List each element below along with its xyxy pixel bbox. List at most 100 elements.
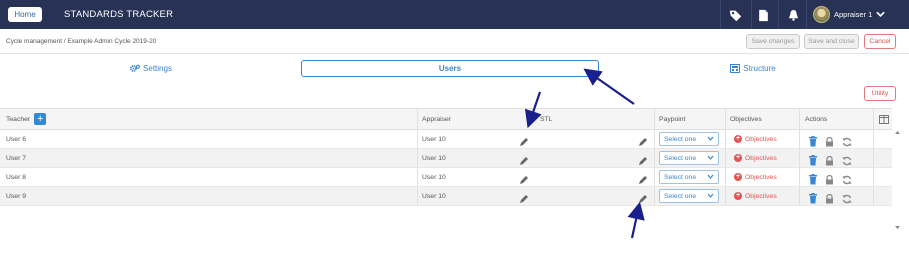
refresh-icon[interactable] (842, 153, 853, 166)
column-divider (654, 168, 655, 186)
edit-stl-right-icon[interactable] (638, 134, 649, 146)
column-divider (799, 187, 800, 205)
save-changes-button[interactable]: Save changes (746, 34, 800, 49)
utility-button[interactable]: Utility (864, 86, 896, 101)
user-menu[interactable]: Appraiser 1 (813, 5, 886, 24)
annotation-arrow (627, 201, 645, 239)
lock-icon[interactable] (825, 153, 836, 166)
objectives-button[interactable]: + Objectives (734, 187, 777, 205)
objectives-label: Objectives (745, 135, 777, 143)
column-divider (873, 109, 874, 129)
paypoint-value: Select one (664, 173, 697, 181)
lock-icon[interactable] (825, 134, 836, 147)
refresh-icon[interactable] (842, 172, 853, 185)
save-and-close-button[interactable]: Save and close (804, 34, 859, 49)
column-header-paypoint: Paypoint (659, 115, 686, 123)
sitemap-icon (730, 64, 741, 73)
column-divider (725, 149, 726, 167)
edit-stl-right-icon[interactable] (638, 191, 649, 203)
paypoint-select[interactable]: Select one (659, 170, 719, 184)
column-divider (799, 109, 800, 129)
home-button[interactable]: Home (8, 7, 42, 22)
column-divider (417, 130, 418, 148)
delete-icon[interactable] (808, 191, 819, 204)
tab-label: Settings (143, 64, 172, 73)
table-row: User 6 User 10 Select one + Objectives (0, 130, 892, 149)
users-table: Teacher + Appraiser STL Paypoint Objecti… (0, 108, 892, 206)
document-icon[interactable] (755, 7, 771, 23)
column-header-teacher: Teacher + (6, 109, 47, 129)
tag-icon[interactable] (727, 7, 743, 23)
teacher-cell: User 8 (6, 173, 27, 181)
paypoint-select[interactable]: Select one (659, 151, 719, 165)
chevron-down-icon (707, 193, 714, 198)
edit-stl-right-icon[interactable] (638, 153, 649, 165)
objectives-button[interactable]: + Objectives (734, 168, 777, 186)
refresh-icon[interactable] (842, 191, 853, 204)
edit-stl-icon[interactable] (519, 191, 530, 203)
chevron-down-icon (707, 136, 714, 141)
delete-icon[interactable] (808, 172, 819, 185)
table-row: User 7 User 10 Select one + Objectives (0, 149, 892, 168)
lock-icon[interactable] (825, 191, 836, 204)
tab-settings[interactable]: Settings (118, 60, 184, 77)
column-divider (654, 130, 655, 148)
column-header-actions: Actions (805, 115, 828, 123)
column-header-label: Teacher (6, 115, 31, 123)
gears-icon (130, 64, 141, 72)
column-divider (654, 149, 655, 167)
column-divider (417, 187, 418, 205)
vertical-scrollbar[interactable] (894, 130, 901, 230)
tab-bar: Settings Users Structure (0, 54, 909, 84)
breadcrumb: Cycle management / Example Admin Cycle 2… (6, 38, 157, 45)
column-divider (417, 168, 418, 186)
objectives-label: Objectives (745, 173, 777, 181)
edit-stl-icon[interactable] (519, 172, 530, 184)
column-header-objectives: Objectives (730, 115, 762, 123)
appraiser-cell: User 10 (422, 173, 446, 181)
paypoint-select[interactable]: Select one (659, 189, 719, 203)
add-teacher-button[interactable]: + (34, 113, 47, 125)
avatar (813, 6, 830, 23)
objectives-button[interactable]: + Objectives (734, 149, 777, 167)
column-divider (873, 168, 874, 186)
objectives-button[interactable]: + Objectives (734, 130, 777, 148)
table-header: Teacher + Appraiser STL Paypoint Objecti… (0, 108, 892, 130)
bell-icon[interactable] (785, 7, 801, 23)
top-navbar: Home STANDARDS TRACKER Appraiser 1 (0, 0, 909, 29)
column-divider (873, 187, 874, 205)
appraiser-cell: User 10 (422, 135, 446, 143)
delete-icon[interactable] (808, 134, 819, 147)
column-header-stl: STL (540, 115, 553, 123)
table-row: User 9 User 10 Select one + Objectives (0, 187, 892, 206)
objectives-label: Objectives (745, 154, 777, 162)
plus-circle-icon: + (734, 192, 742, 200)
paypoint-value: Select one (664, 135, 697, 143)
tab-users[interactable]: Users (301, 60, 599, 77)
tab-label: Structure (743, 64, 776, 73)
tab-label: Users (438, 64, 462, 73)
column-divider (799, 130, 800, 148)
lock-icon[interactable] (825, 172, 836, 185)
chevron-down-icon (707, 174, 714, 179)
column-header-appraiser: Appraiser (422, 115, 452, 123)
teacher-cell: User 7 (6, 154, 27, 162)
appraiser-cell: User 10 (422, 154, 446, 162)
cancel-button[interactable]: Cancel (864, 34, 896, 49)
paypoint-select[interactable]: Select one (659, 132, 719, 146)
navbar-divider (806, 0, 807, 29)
edit-stl-icon[interactable] (519, 153, 530, 165)
refresh-icon[interactable] (842, 134, 853, 147)
delete-icon[interactable] (808, 153, 819, 166)
column-divider (725, 168, 726, 186)
chevron-down-icon (876, 11, 886, 17)
column-chooser-icon[interactable] (879, 109, 889, 129)
tab-structure[interactable]: Structure (718, 60, 788, 77)
column-divider (799, 168, 800, 186)
plus-circle-icon: + (734, 173, 742, 181)
edit-stl-right-icon[interactable] (638, 172, 649, 184)
edit-stl-icon[interactable] (519, 134, 530, 146)
app-title: STANDARDS TRACKER (64, 9, 174, 20)
user-name: Appraiser 1 (834, 10, 873, 19)
column-divider (654, 109, 655, 129)
